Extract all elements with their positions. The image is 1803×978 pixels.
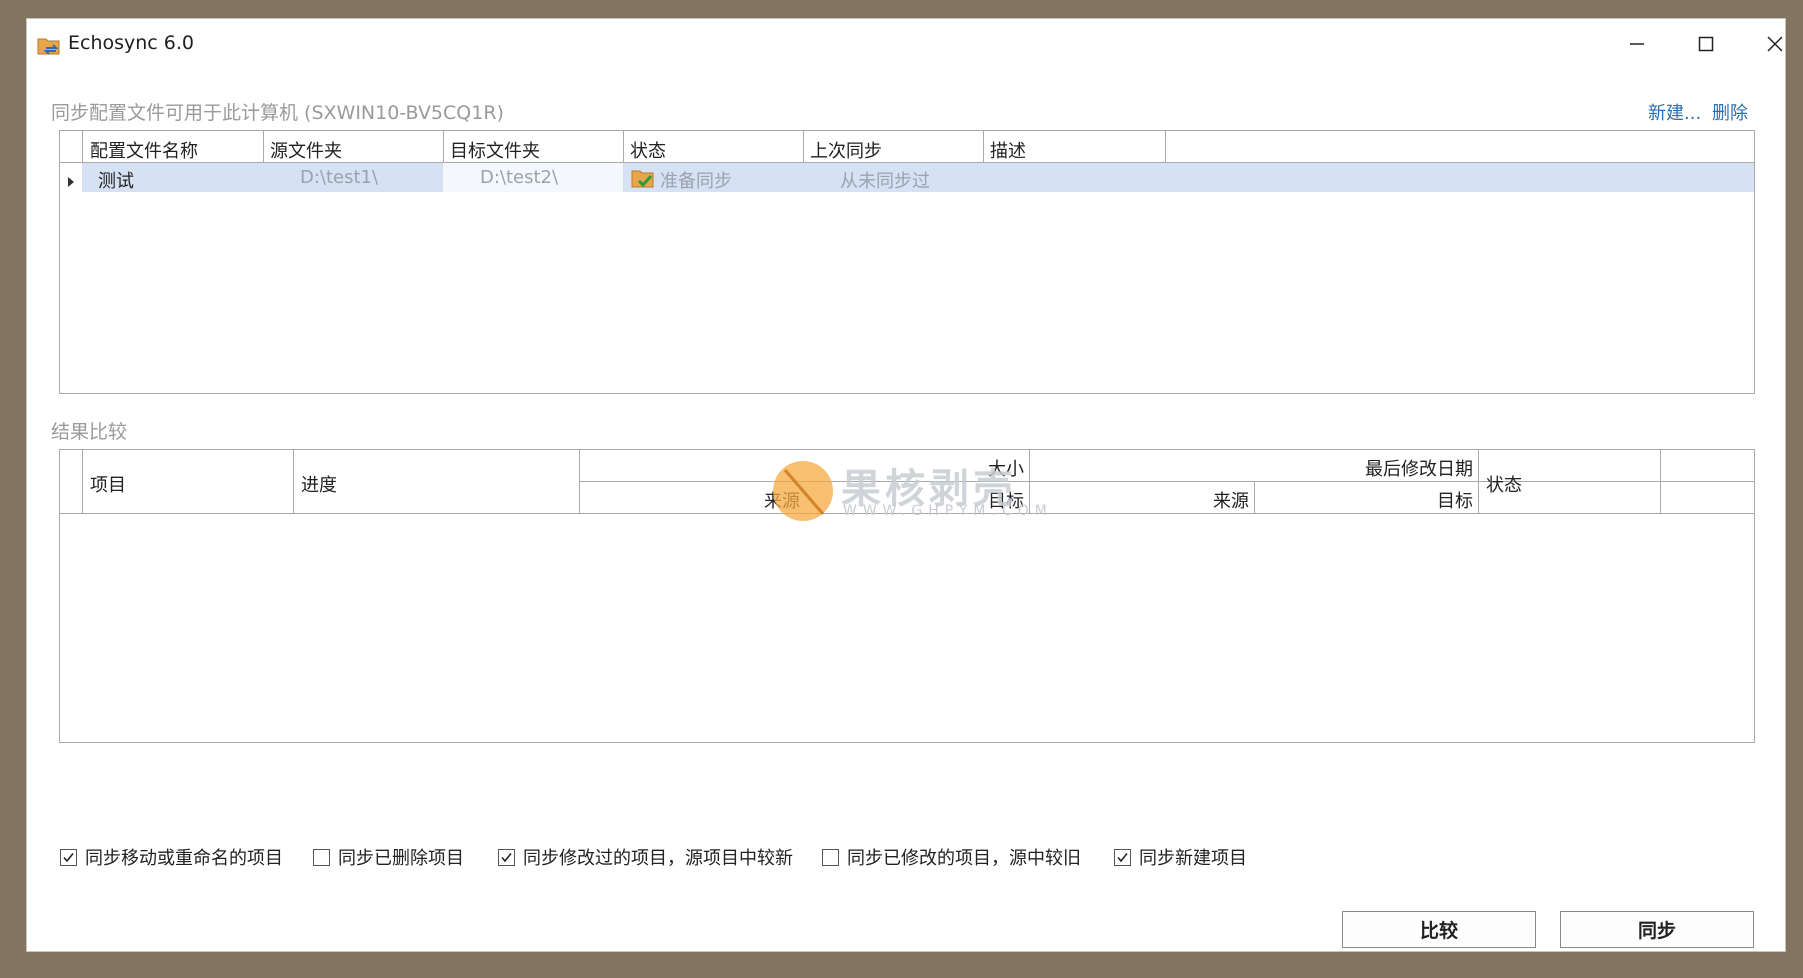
option-sync-modified-newer[interactable]: 同步修改过的项目，源项目中较新 — [498, 844, 793, 870]
col-header-modified-target[interactable]: 目标 — [1437, 487, 1473, 513]
sync-button[interactable]: 同步 — [1560, 911, 1754, 948]
compare-button[interactable]: 比较 — [1342, 911, 1536, 948]
target-folder-cell: D:\test2\ — [480, 167, 559, 188]
col-header-last-sync[interactable]: 上次同步 — [810, 137, 882, 163]
maximize-button[interactable] — [1671, 19, 1741, 69]
col-header-size-source[interactable]: 来源 — [764, 487, 800, 513]
profile-name-cell: 测试 — [98, 171, 134, 192]
profiles-table: 配置文件名称 源文件夹 目标文件夹 状态 上次同步 描述 测试 D:\test1… — [59, 130, 1755, 394]
checkbox-checked-icon[interactable] — [1114, 848, 1131, 866]
option-label: 同步修改过的项目，源项目中较新 — [523, 848, 793, 869]
col-header-status[interactable]: 状态 — [630, 137, 666, 163]
new-profile-link[interactable]: 新建... — [1648, 99, 1701, 125]
option-sync-deleted[interactable]: 同步已删除项目 — [313, 844, 464, 870]
minimize-icon — [1630, 43, 1644, 45]
last-sync-cell: 从未同步过 — [840, 171, 930, 192]
col-header-modified[interactable]: 最后修改日期 — [1365, 455, 1473, 481]
col-header-target-folder[interactable]: 目标文件夹 — [450, 137, 540, 163]
col-header-modified-source[interactable]: 来源 — [1213, 487, 1249, 513]
checkbox-checked-icon[interactable] — [60, 848, 77, 866]
option-label: 同步已删除项目 — [338, 848, 464, 869]
col-header-status[interactable]: 状态 — [1486, 471, 1522, 497]
source-folder-cell: D:\test1\ — [300, 167, 379, 188]
col-header-item[interactable]: 项目 — [90, 471, 126, 497]
checkbox-checked-icon[interactable] — [498, 848, 515, 866]
window-title: Echosync 6.0 — [68, 32, 195, 54]
results-table: 项目 进度 大小 来源 目标 最后修改日期 来源 目标 状态 — [59, 449, 1755, 743]
col-header-size[interactable]: 大小 — [988, 455, 1024, 481]
col-header-size-target[interactable]: 目标 — [988, 487, 1024, 513]
checkbox-unchecked-icon[interactable] — [313, 848, 330, 866]
title-bar: Echosync 6.0 — [27, 19, 1785, 69]
option-sync-modified-older[interactable]: 同步已修改的项目，源中较旧 — [822, 844, 1081, 870]
profiles-heading: 同步配置文件可用于此计算机 (SXWIN10-BV5CQ1R) — [51, 102, 504, 124]
option-label: 同步已修改的项目，源中较旧 — [847, 848, 1081, 869]
close-icon — [1767, 36, 1783, 52]
col-header-source-folder[interactable]: 源文件夹 — [270, 137, 342, 163]
status-cell: 准备同步 — [660, 171, 732, 192]
option-sync-moved-renamed[interactable]: 同步移动或重命名的项目 — [60, 844, 283, 870]
option-label: 同步移动或重命名的项目 — [85, 848, 283, 869]
maximize-icon — [1698, 36, 1714, 52]
main-window: Echosync 6.0 同步配置文件可用于此计算机 (SXWIN10-BV5C… — [26, 18, 1786, 952]
results-heading: 结果比较 — [51, 421, 128, 443]
ready-folder-check-icon — [631, 168, 655, 194]
option-label: 同步新建项目 — [1139, 848, 1247, 869]
row-expand-arrow-icon[interactable] — [67, 172, 75, 191]
close-button[interactable] — [1740, 19, 1803, 69]
checkbox-unchecked-icon[interactable] — [822, 848, 839, 866]
col-header-description[interactable]: 描述 — [990, 137, 1026, 163]
minimize-button[interactable] — [1602, 19, 1672, 69]
col-header-profile-name[interactable]: 配置文件名称 — [90, 137, 198, 163]
col-header-progress[interactable]: 进度 — [301, 471, 337, 497]
option-sync-new[interactable]: 同步新建项目 — [1114, 844, 1247, 870]
delete-profile-link[interactable]: 删除 — [1712, 99, 1748, 125]
app-folder-sync-icon — [37, 35, 61, 57]
